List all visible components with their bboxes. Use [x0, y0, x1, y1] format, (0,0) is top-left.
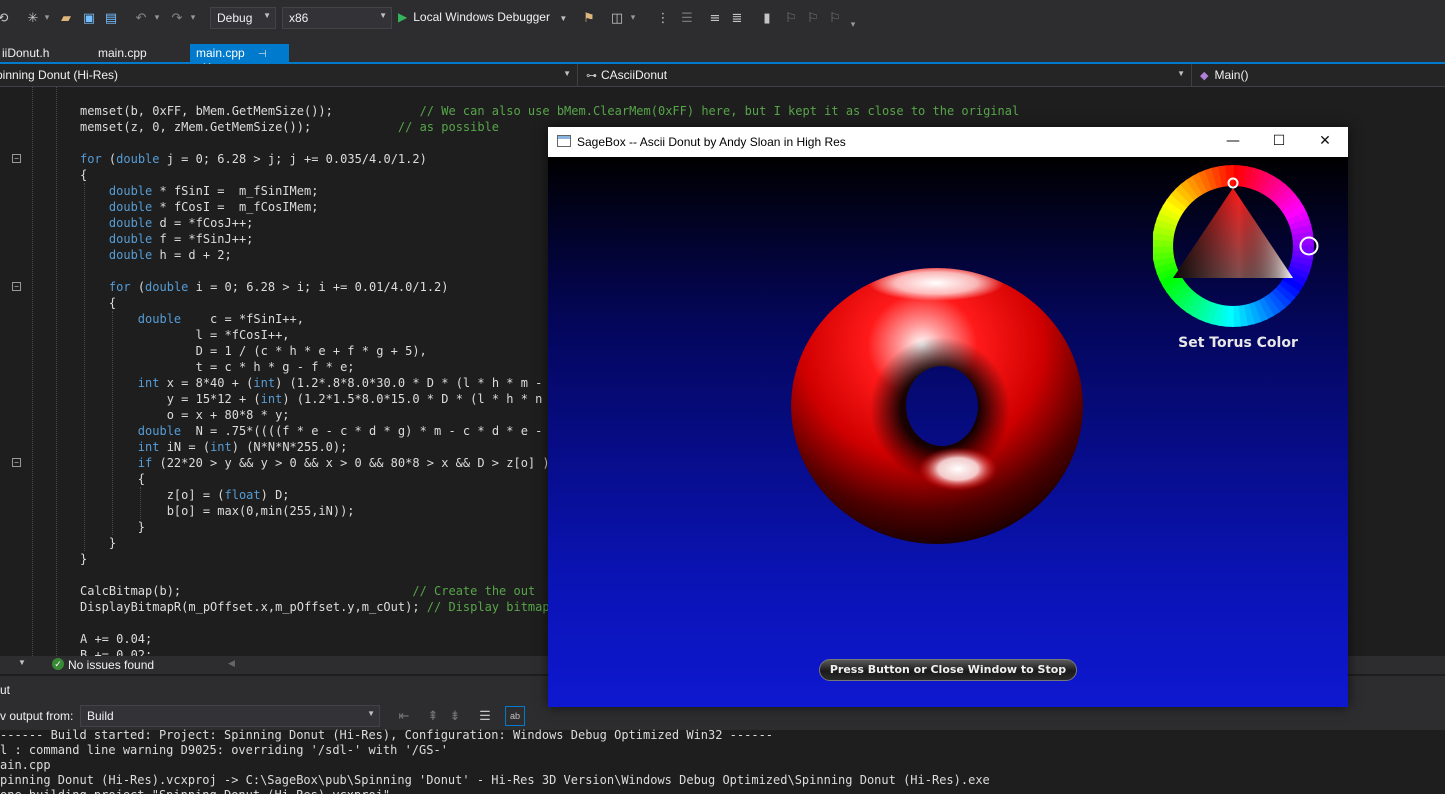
set-torus-color-label: Set Torus Color [1178, 335, 1298, 351]
indent-guide [56, 87, 57, 656]
next-bookmark-icon[interactable]: ⚐ [804, 9, 822, 27]
document-tabs: iiDonut.h main.cpp main.cpp ⊣ ✕ [0, 36, 1445, 74]
pin-icon[interactable]: ⊣ [258, 49, 267, 60]
sagebox-titlebar[interactable]: SageBox -- Ascii Donut by Andy Sloan in … [548, 127, 1348, 157]
class-icon: ⊶ [586, 70, 597, 82]
config-value: Debug [217, 11, 253, 25]
next-message-icon[interactable]: ⇟ [446, 707, 464, 725]
check-icon: ✓ [52, 658, 64, 670]
tab-label: main.cpp [98, 46, 147, 60]
app-icon [557, 135, 571, 147]
undo-icon[interactable]: ↶ [132, 9, 150, 27]
config-select[interactable]: Debug ▼ [210, 7, 276, 29]
tab-main-cpp-active[interactable]: main.cpp ⊣ ✕ [190, 44, 289, 74]
back-icon[interactable]: ⟲ [0, 9, 12, 27]
member-dropdown[interactable]: ◆ Main() [1196, 64, 1445, 86]
navigation-bar: pinning Donut (Hi-Res) ▼ ⊶ CAsciiDonut ▼ … [0, 64, 1445, 87]
debugger-label: Local Windows Debugger [413, 10, 550, 24]
member-name: Main() [1214, 68, 1249, 82]
tab-asciidonut-h[interactable]: iiDonut.h [0, 44, 55, 64]
torus-top-highlight [868, 265, 1004, 301]
find-message-icon[interactable]: ⇤ [395, 707, 413, 725]
step-icon[interactable]: ⋮ [654, 9, 672, 27]
main-toolbar: ⟲ ✳ ▾ ▰ ▣ ▤ ↶ ▾ ↷ ▾ Debug ▼ x86 ▼ ▶ Local… [0, 0, 1445, 36]
save-icon[interactable]: ▣ [80, 9, 98, 27]
maximize-icon[interactable]: ☐ [1256, 127, 1302, 157]
chevron-down-icon[interactable]: ▼ [559, 14, 567, 23]
comment-icon[interactable]: ≡ [706, 9, 724, 27]
output-line: ------ Build started: Project: Spinning … [0, 728, 774, 742]
uncomment-icon[interactable]: ≣ [728, 9, 746, 27]
output-line: ain.cpp [0, 758, 51, 772]
new-dropdown-icon[interactable]: ▾ [42, 9, 52, 27]
chevron-down-icon: ▼ [379, 11, 387, 20]
scroll-left-icon[interactable]: ◀ [228, 658, 235, 669]
toolbar-overflow-icon[interactable]: ▾ [848, 16, 858, 34]
chevron-down-icon: ▼ [263, 11, 271, 20]
tab-label: iiDonut.h [2, 46, 50, 60]
prev-message-icon[interactable]: ⇞ [424, 707, 442, 725]
issues-status[interactable]: No issues found [68, 658, 154, 672]
minimize-icon[interactable]: — [1210, 127, 1256, 157]
attach-icon[interactable]: ⚑ [580, 9, 598, 27]
close-icon[interactable]: ✕ [1302, 127, 1348, 157]
platform-select[interactable]: x86 ▼ [282, 7, 392, 29]
bookmark-icon[interactable]: ▮ [758, 9, 776, 27]
sagebox-canvas: Set Torus Color Press Button or Close Wi… [548, 157, 1348, 707]
output-line: pinning Donut (Hi-Res).vcxproj -> C:\Sag… [0, 773, 990, 787]
class-dropdown[interactable]: ⊶ CAsciiDonut ▼ [584, 64, 1192, 86]
class-name: CAsciiDonut [601, 68, 668, 82]
torus-specular [918, 447, 998, 491]
save-all-icon[interactable]: ▤ [102, 9, 120, 27]
show-output-label: v output from: [0, 709, 74, 723]
tab-main-cpp[interactable]: main.cpp [92, 44, 153, 64]
undo-dropdown-icon[interactable]: ▾ [152, 9, 162, 27]
project-dropdown[interactable]: pinning Donut (Hi-Res) ▼ [0, 64, 578, 86]
chevron-down-icon: ▼ [1177, 69, 1185, 78]
indent-guide [32, 87, 33, 656]
output-title: ut [0, 683, 11, 697]
open-folder-icon[interactable]: ▰ [57, 9, 75, 27]
project-name: pinning Donut (Hi-Res) [0, 68, 119, 82]
start-debugger-button[interactable]: ▶ Local Windows Debugger ▼ [398, 7, 567, 29]
chevron-down-icon: ▼ [367, 709, 375, 718]
method-icon: ◆ [1200, 70, 1209, 82]
word-wrap-icon[interactable]: ab [505, 706, 525, 726]
clear-all-icon[interactable]: ☰ [476, 707, 494, 725]
collapse-icon[interactable]: − [12, 282, 21, 291]
chevron-down-icon: ▼ [563, 69, 571, 78]
color-wheel[interactable] [1153, 162, 1323, 332]
output-source-value: Build [87, 709, 114, 723]
play-icon: ▶ [398, 10, 408, 24]
format-icon[interactable]: ☰ [678, 9, 696, 27]
browser-dropdown-icon[interactable]: ▾ [628, 9, 638, 27]
prev-bookmark-icon[interactable]: ⚐ [782, 9, 800, 27]
collapse-icon[interactable]: − [12, 154, 21, 163]
platform-value: x86 [289, 11, 309, 25]
output-line: l : command line warning D9025: overridi… [0, 743, 448, 757]
browser-icon[interactable]: ◫ [608, 9, 626, 27]
output-line: one building project "Spinning Donut (Hi… [0, 788, 990, 794]
sagebox-window: SageBox -- Ascii Donut by Andy Sloan in … [548, 127, 1348, 707]
code-line: memset(b, 0xFF, bMem.GetMemSize()); // W… [80, 104, 1020, 118]
redo-dropdown-icon[interactable]: ▾ [188, 9, 198, 27]
editor-gutter: − − − [0, 87, 60, 656]
tab-label: main.cpp [196, 46, 245, 60]
collapse-icon[interactable]: − [12, 458, 21, 467]
output-text: ------ Build started: Project: Spinning … [0, 728, 990, 794]
redo-icon[interactable]: ↷ [168, 9, 186, 27]
zoom-dropdown-icon[interactable]: ▼ [18, 658, 26, 667]
sagebox-title: SageBox -- Ascii Donut by Andy Sloan in … [577, 135, 846, 149]
new-project-icon[interactable]: ✳ [24, 9, 42, 27]
stop-button[interactable]: Press Button or Close Window to Stop [819, 659, 1077, 681]
output-source-select[interactable]: Build ▼ [80, 705, 380, 727]
clear-bookmarks-icon[interactable]: ⚐ [826, 9, 844, 27]
